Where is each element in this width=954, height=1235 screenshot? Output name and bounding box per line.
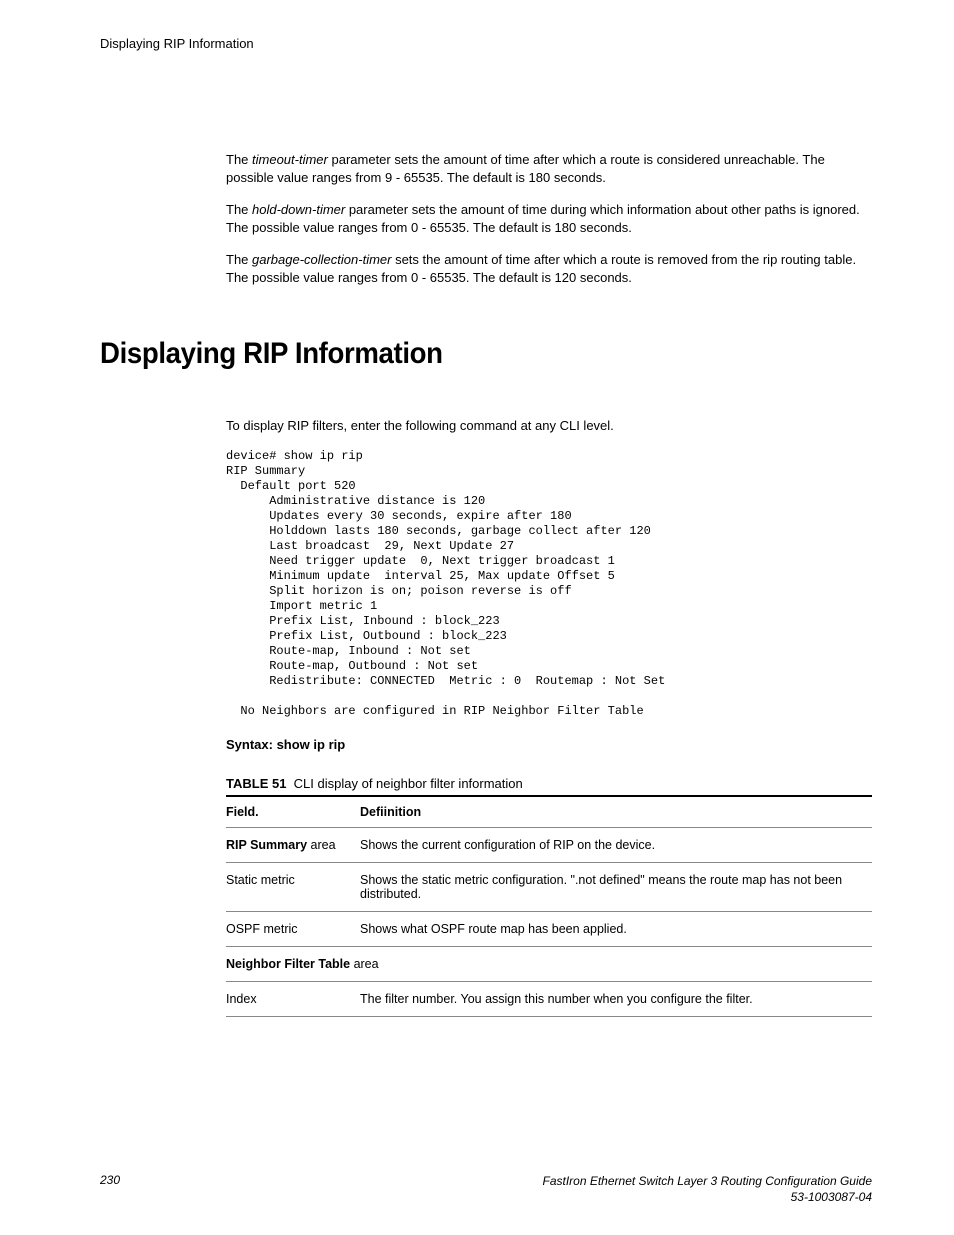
cell-field: RIP Summary area bbox=[226, 827, 360, 862]
text-bold: RIP Summary bbox=[226, 838, 307, 852]
cell-field: Neighbor Filter Table area bbox=[226, 946, 872, 981]
table-caption: TABLE 51 CLI display of neighbor filter … bbox=[226, 776, 872, 791]
cell-field: OSPF metric bbox=[226, 911, 360, 946]
table-row: Neighbor Filter Table area bbox=[226, 946, 872, 981]
col-header-field: Field. bbox=[226, 796, 360, 828]
cell-definition: Shows what OSPF route map has been appli… bbox=[360, 911, 872, 946]
paragraph-holddown: The hold-down-timer parameter sets the a… bbox=[226, 201, 872, 237]
intro-text: To display RIP filters, enter the follow… bbox=[226, 417, 872, 435]
page-number: 230 bbox=[100, 1173, 120, 1187]
section-heading: Displaying RIP Information bbox=[100, 337, 810, 371]
text: area bbox=[307, 838, 336, 852]
cli-output-block: device# show ip rip RIP Summary Default … bbox=[226, 449, 872, 719]
table-number: TABLE 51 bbox=[226, 776, 286, 791]
text: The bbox=[226, 202, 252, 217]
table-row: Static metric Shows the static metric co… bbox=[226, 862, 872, 911]
cell-definition: Shows the static metric configuration. "… bbox=[360, 862, 872, 911]
doc-number: 53-1003087-04 bbox=[791, 1190, 872, 1204]
cell-field: Index bbox=[226, 981, 360, 1016]
text: area bbox=[350, 957, 379, 971]
cell-definition: The filter number. You assign this numbe… bbox=[360, 981, 872, 1016]
param-garbage-collection-timer: garbage-collection-timer bbox=[252, 252, 391, 267]
paragraph-timeout: The timeout-timer parameter sets the amo… bbox=[226, 151, 872, 187]
table-row: OSPF metric Shows what OSPF route map ha… bbox=[226, 911, 872, 946]
param-hold-down-timer: hold-down-timer bbox=[252, 202, 345, 217]
table-row: Index The filter number. You assign this… bbox=[226, 981, 872, 1016]
doc-title: FastIron Ethernet Switch Layer 3 Routing… bbox=[542, 1174, 872, 1188]
param-timeout-timer: timeout-timer bbox=[252, 152, 328, 167]
neighbor-filter-table: Field. Defiinition RIP Summary area Show… bbox=[226, 795, 872, 1017]
text: The bbox=[226, 252, 252, 267]
text: The bbox=[226, 152, 252, 167]
table-caption-text: CLI display of neighbor filter informati… bbox=[294, 776, 523, 791]
table-row: RIP Summary area Shows the current confi… bbox=[226, 827, 872, 862]
running-header: Displaying RIP Information bbox=[100, 36, 872, 51]
syntax-line: Syntax: show ip rip bbox=[226, 737, 872, 752]
cell-field: Static metric bbox=[226, 862, 360, 911]
text-bold: Neighbor Filter Table bbox=[226, 957, 350, 971]
doc-identifier: FastIron Ethernet Switch Layer 3 Routing… bbox=[542, 1173, 872, 1205]
page-footer: 230 FastIron Ethernet Switch Layer 3 Rou… bbox=[100, 1173, 872, 1205]
cell-definition: Shows the current configuration of RIP o… bbox=[360, 827, 872, 862]
table-header-row: Field. Defiinition bbox=[226, 796, 872, 828]
paragraph-garbage: The garbage-collection-timer sets the am… bbox=[226, 251, 872, 287]
col-header-definition: Defiinition bbox=[360, 796, 872, 828]
